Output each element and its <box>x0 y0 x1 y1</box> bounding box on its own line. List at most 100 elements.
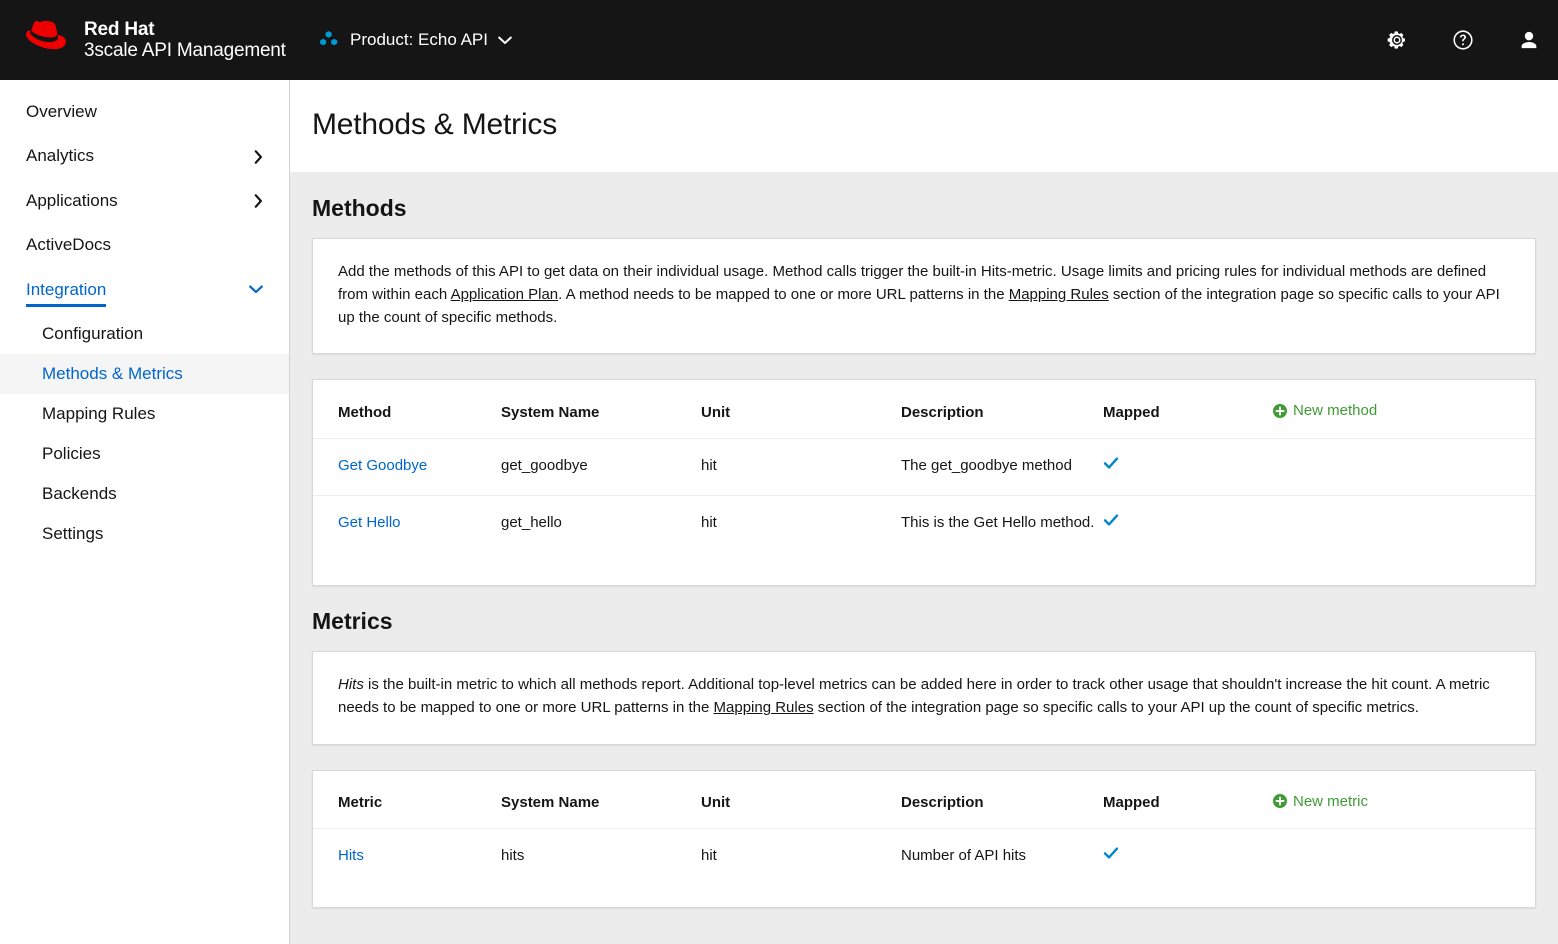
metric-actions-cell <box>1273 829 1535 907</box>
metrics-col-system-name: System Name <box>501 770 701 830</box>
metrics-table: Metric System Name Unit Description Mapp… <box>313 770 1535 907</box>
metrics-section-title: Metrics <box>312 608 393 635</box>
sidebar-item-label: Analytics <box>26 146 95 166</box>
table-row: Get Goodbye get_goodbye hit The get_good… <box>313 438 1535 496</box>
page-layout: Overview Analytics Applications ActiveDo… <box>0 80 1558 944</box>
page-title: Methods & Metrics <box>312 108 558 141</box>
methods-table-actions: New method <box>1273 380 1535 439</box>
metrics-description-suffix: section of the integration page so speci… <box>813 699 1419 717</box>
metrics-section: Metrics Hits is the built-in metric to w… <box>290 586 1558 909</box>
mapping-rules-link[interactable]: Mapping Rules <box>1009 286 1109 303</box>
masthead: Red Hat 3scale API Management Product: E… <box>0 0 1558 80</box>
sidebar-item-settings[interactable]: Settings <box>0 514 289 554</box>
page-header: Methods & Metrics <box>290 80 1558 173</box>
sidebar-item-analytics[interactable]: Analytics <box>0 134 289 178</box>
sidebar-subitem-label: Policies <box>42 443 101 463</box>
sidebar-subitem-label: Backends <box>42 483 117 503</box>
chevron-right-icon <box>254 194 262 208</box>
new-method-button[interactable]: New method <box>1273 402 1377 419</box>
brand-text: Red Hat 3scale API Management <box>84 19 286 62</box>
sidebar-subitem-label: Mapping Rules <box>42 403 156 423</box>
sidebar-item-configuration[interactable]: Configuration <box>0 314 289 354</box>
method-name-cell: Get Goodbye <box>313 438 501 496</box>
methods-description-middle: . A method needs to be mapped to one or … <box>558 285 1009 303</box>
caret-down-icon <box>498 36 512 44</box>
metric-mapped-cell <box>1103 829 1273 907</box>
sidebar-item-integration[interactable]: Integration <box>0 268 289 314</box>
sidebar-item-activedocs[interactable]: ActiveDocs <box>0 223 289 267</box>
methods-description: Add the methods of this API to get data … <box>338 261 1510 329</box>
plus-circle-icon <box>1273 403 1287 418</box>
metrics-col-unit: Unit <box>701 770 901 830</box>
method-name-cell: Get Hello <box>313 495 501 585</box>
sidebar-item-label: Integration <box>26 279 107 308</box>
check-icon <box>1103 457 1119 469</box>
metrics-col-description: Description <box>901 770 1103 830</box>
method-link[interactable]: Get Goodbye <box>338 457 427 474</box>
sidebar-item-policies[interactable]: Policies <box>0 434 289 474</box>
metrics-description-emphasis: Hits <box>338 676 364 694</box>
sidebar-item-applications[interactable]: Applications <box>0 179 289 223</box>
metrics-table-actions: New metric <box>1273 770 1535 830</box>
brand-line-1: Red Hat <box>84 18 155 40</box>
application-plan-link[interactable]: Application Plan <box>451 286 559 303</box>
sidebar-subitem-label: Methods & Metrics <box>42 363 183 383</box>
metric-name-cell: Hits <box>313 829 501 907</box>
methods-col-description: Description <box>901 380 1103 439</box>
sidebar: Overview Analytics Applications ActiveDo… <box>0 80 290 944</box>
help-circle-icon[interactable] <box>1452 29 1474 51</box>
table-row: Hits hits hit Number of API hits <box>313 829 1535 907</box>
gear-icon[interactable] <box>1386 29 1408 51</box>
metric-system-name-cell: hits <box>501 847 525 865</box>
check-icon <box>1103 514 1119 526</box>
methods-description-card: Add the methods of this API to get data … <box>312 238 1536 355</box>
user-icon[interactable] <box>1518 29 1540 51</box>
metrics-table-card: Metric System Name Unit Description Mapp… <box>312 769 1536 909</box>
methods-col-mapped: Mapped <box>1103 380 1273 439</box>
sidebar-subitem-label: Settings <box>42 523 104 543</box>
methods-col-method: Method <box>313 380 501 439</box>
sidebar-item-label: Overview <box>26 102 97 121</box>
methods-table-header-row: Method System Name Unit Description Mapp… <box>313 380 1535 439</box>
metric-link[interactable]: Hits <box>338 847 364 864</box>
method-link[interactable]: Get Hello <box>338 514 401 531</box>
chevron-down-icon <box>249 285 263 294</box>
method-mapped-cell <box>1103 438 1273 496</box>
mapping-rules-link[interactable]: Mapping Rules <box>714 699 814 716</box>
sidebar-item-methods-metrics[interactable]: Methods & Metrics <box>0 353 289 394</box>
method-system-name-cell: get_goodbye <box>501 438 701 496</box>
table-row: Get Hello get_hello hit This is the Get … <box>313 495 1535 585</box>
metrics-col-mapped: Mapped <box>1103 770 1273 830</box>
sidebar-item-backends[interactable]: Backends <box>0 474 289 514</box>
new-metric-button[interactable]: New metric <box>1273 793 1368 810</box>
method-description-cell: The get_goodbye method <box>901 438 1103 496</box>
sidebar-item-label: ActiveDocs <box>26 235 112 255</box>
sidebar-item-label: Applications <box>26 190 118 210</box>
sidebar-item-mapping-rules[interactable]: Mapping Rules <box>0 394 289 434</box>
product-label: Product: Echo API <box>350 30 488 49</box>
main-content: Methods & Metrics Methods Add the method… <box>290 80 1558 944</box>
method-system-name-cell: get_hello <box>501 513 562 531</box>
methods-col-unit: Unit <box>701 380 901 439</box>
masthead-actions <box>1386 0 1540 80</box>
new-metric-label: New metric <box>1293 792 1369 810</box>
method-unit-cell: hit <box>701 513 717 531</box>
sidebar-item-overview[interactable]: Overview <box>0 90 289 134</box>
new-method-label: New method <box>1293 402 1378 420</box>
redhat-logo-icon <box>26 21 66 50</box>
methods-section-title: Methods <box>312 195 407 221</box>
cubes-icon <box>320 31 338 46</box>
brand-line-2: 3scale API Management <box>84 40 286 61</box>
metrics-table-header-row: Metric System Name Unit Description Mapp… <box>313 770 1535 830</box>
plus-circle-icon <box>1273 794 1287 809</box>
product-selector[interactable]: Product: Echo API <box>310 0 520 80</box>
methods-col-system-name: System Name <box>501 380 701 439</box>
metrics-col-metric: Metric <box>313 770 501 830</box>
methods-table-card: Method System Name Unit Description Mapp… <box>312 379 1536 587</box>
methods-section: Methods Add the methods of this API to g… <box>290 173 1558 587</box>
sidebar-subitem-label: Configuration <box>42 323 144 343</box>
brand-logo[interactable]: Red Hat 3scale API Management <box>0 19 290 62</box>
metric-description-cell: Number of API hits <box>901 847 1027 865</box>
method-mapped-cell <box>1103 495 1273 585</box>
metrics-description-card: Hits is the built-in metric to which all… <box>312 651 1536 745</box>
